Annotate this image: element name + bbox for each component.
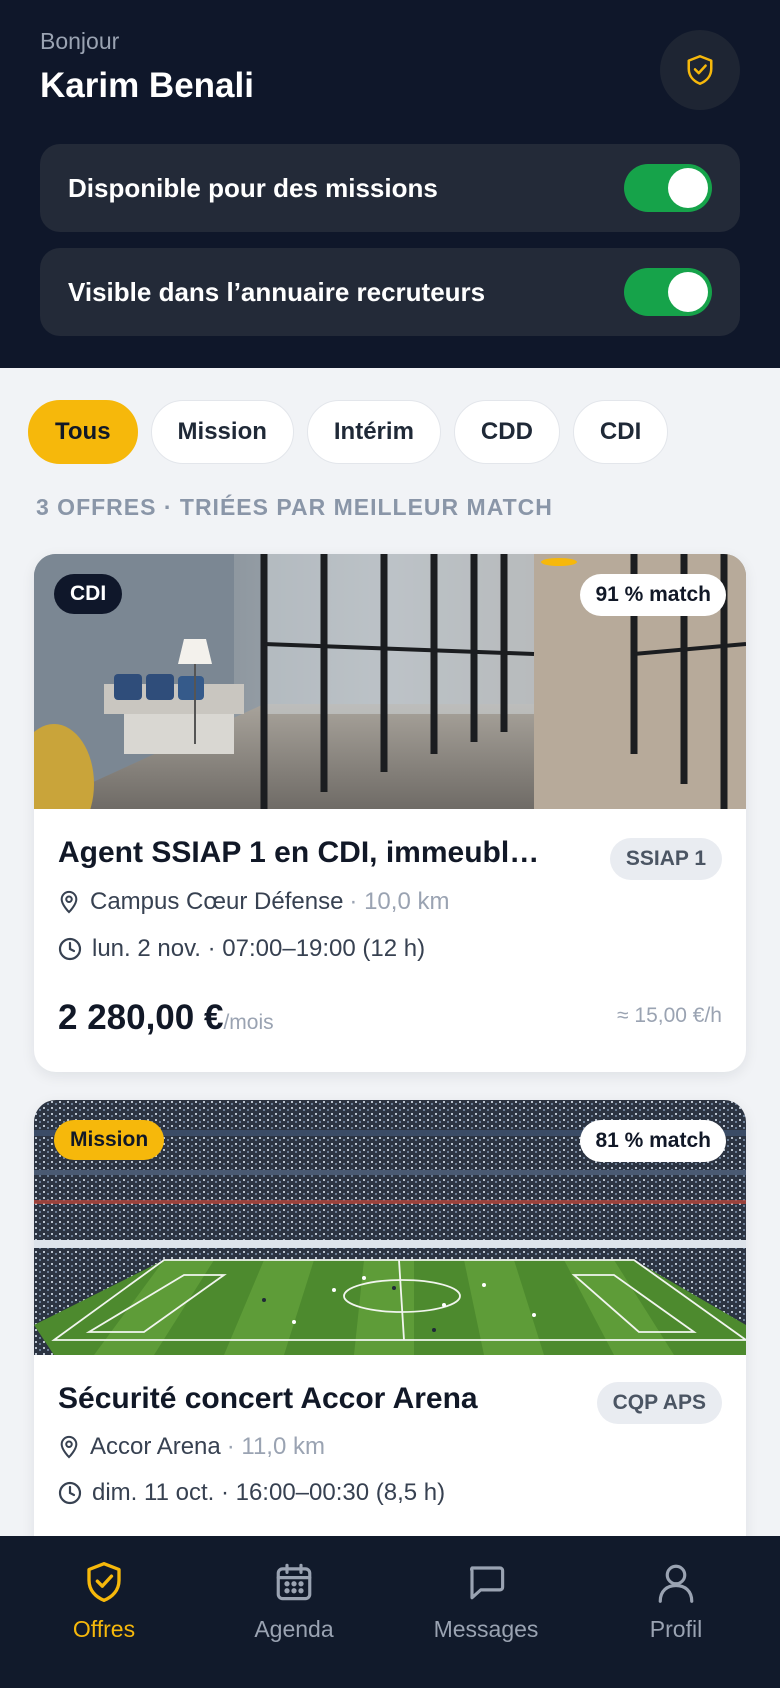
nav-label: Offres bbox=[72, 1616, 136, 1642]
map-pin-icon bbox=[60, 1435, 78, 1459]
toggle-knob bbox=[668, 168, 708, 208]
nav-tab-messages[interactable]: Messages bbox=[406, 1560, 566, 1670]
filter-chip-mission[interactable]: Mission bbox=[150, 400, 294, 464]
nav-tab-agenda[interactable]: Agenda bbox=[214, 1560, 374, 1670]
clock-icon bbox=[58, 937, 82, 961]
offer-type-badge: CDI bbox=[54, 574, 123, 614]
offer-location: Campus Cœur Défense · 10,0 km bbox=[58, 887, 449, 917]
greeting: Bonjour bbox=[40, 28, 120, 54]
filter-chip-cdi[interactable]: CDI bbox=[572, 400, 669, 464]
offer-type-badge: Mission bbox=[54, 1120, 165, 1160]
certification-badge: CQP APS bbox=[596, 1382, 722, 1424]
verified-badge-button[interactable] bbox=[660, 30, 740, 110]
nav-label: Messages bbox=[433, 1616, 539, 1642]
offer-schedule: lun. 2 nov. · 07:00–19:00 (12 h) bbox=[58, 934, 425, 964]
map-pin-icon bbox=[60, 890, 78, 914]
match-score-badge: 91 % match bbox=[580, 574, 726, 616]
offer-card[interactable]: CDI 91 % match Agent SSIAP 1 en CDI, imm… bbox=[34, 554, 746, 1072]
filter-chip-cdd[interactable]: CDD bbox=[453, 400, 560, 464]
location-distance: · 10,0 km bbox=[349, 888, 450, 915]
directory-visibility-toggle-row: Visible dans l’annuaire recruteurs bbox=[40, 248, 740, 336]
schedule-text: lun. 2 nov. · 07:00–19:00 (12 h) bbox=[92, 935, 426, 962]
offer-title: Agent SSIAP 1 en CDI, immeuble de bureau… bbox=[58, 836, 548, 869]
shield-check-icon bbox=[687, 55, 713, 85]
calendar-icon bbox=[276, 1563, 312, 1601]
match-score-badge: 81 % match bbox=[580, 1120, 726, 1162]
shield-check-icon bbox=[87, 1561, 121, 1602]
filter-chip-interim[interactable]: Intérim bbox=[306, 400, 441, 464]
nav-label: Agenda bbox=[254, 1616, 334, 1642]
filter-chips: Tous Mission Intérim CDD CDI bbox=[28, 400, 669, 464]
offer-schedule: dim. 11 oct. · 16:00–00:30 (8,5 h) bbox=[58, 1478, 445, 1508]
offer-location: Accor Arena · 11,0 km bbox=[58, 1432, 325, 1462]
availability-toggle-row: Disponible pour des missions bbox=[40, 144, 740, 232]
nav-tab-offres[interactable]: Offres bbox=[24, 1560, 184, 1670]
location-name: Accor Arena bbox=[90, 1433, 221, 1460]
nav-tab-profil[interactable]: Profil bbox=[596, 1560, 756, 1670]
clock-icon bbox=[58, 1481, 82, 1505]
availability-toggle[interactable] bbox=[624, 164, 712, 212]
availability-label: Disponible pour des missions bbox=[68, 173, 438, 203]
user-icon bbox=[658, 1564, 694, 1603]
offer-title: Sécurité concert Accor Arena bbox=[58, 1382, 478, 1415]
location-distance: · 11,0 km bbox=[226, 1433, 325, 1460]
offer-photo-stadium: Mission 81 % match bbox=[34, 1100, 746, 1355]
nav-label: Profil bbox=[649, 1616, 703, 1642]
offers-summary: 3 OFFRES · TRIÉES PAR MEILLEUR MATCH bbox=[36, 494, 553, 520]
offer-photo-office-corridor: CDI 91 % match bbox=[34, 554, 746, 809]
offer-salary: 2 280,00 €/mois bbox=[58, 998, 274, 1038]
location-name: Campus Cœur Défense bbox=[90, 888, 344, 915]
hourly-rate: ≈ 15,00 €/h bbox=[617, 1004, 722, 1027]
bottom-navigation: Offres Agenda Messages Profil bbox=[0, 1536, 780, 1688]
schedule-text: dim. 11 oct. · 16:00–00:30 (8,5 h) bbox=[92, 1479, 446, 1506]
certification-badge: SSIAP 1 bbox=[609, 838, 722, 880]
salary-unit: /mois bbox=[223, 1011, 274, 1034]
toggle-knob bbox=[668, 272, 708, 312]
salary-amount: 2 280,00 € bbox=[58, 998, 224, 1037]
profile-header: Bonjour Karim Benali Disponible pour des… bbox=[0, 0, 780, 368]
filter-chip-tous[interactable]: Tous bbox=[28, 400, 138, 464]
user-name: Karim Benali bbox=[40, 66, 254, 105]
directory-visibility-toggle[interactable] bbox=[624, 268, 712, 316]
directory-visibility-label: Visible dans l’annuaire recruteurs bbox=[68, 277, 486, 307]
chat-bubble-icon bbox=[470, 1566, 505, 1600]
